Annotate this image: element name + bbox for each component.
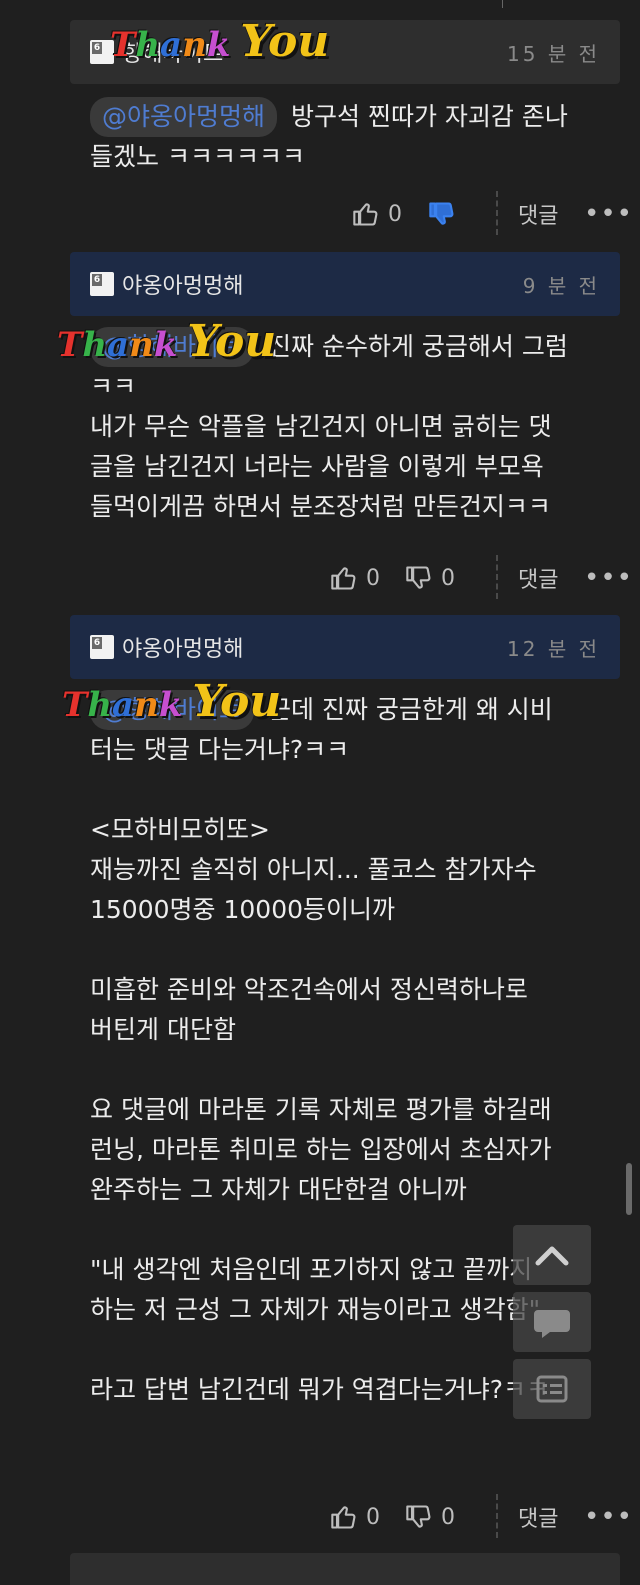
divider — [496, 191, 498, 235]
next-comment-header — [70, 1553, 620, 1585]
reply-button[interactable]: 댓글 — [518, 198, 558, 230]
level-badge-icon: 6 — [90, 635, 114, 659]
reply-button[interactable]: 댓글 — [518, 562, 558, 594]
like-button[interactable]: 0 — [330, 1492, 380, 1542]
thumbs-down-icon — [429, 202, 454, 225]
chat-bubble-icon — [534, 1310, 570, 1338]
thumbs-down-icon — [406, 566, 431, 589]
like-button[interactable]: 0 — [352, 189, 402, 239]
comment-time: 15 분 전 — [507, 41, 600, 66]
comment-actions: 0 0 댓글 ••• — [0, 1492, 640, 1542]
comment-time: 12 분 전 — [507, 636, 600, 661]
list-button[interactable] — [513, 1359, 591, 1419]
level-badge-icon: 6 — [90, 40, 114, 64]
dislike-button[interactable] — [428, 189, 464, 239]
dislike-button[interactable]: 0 — [405, 1492, 455, 1542]
mention-tag[interactable]: @야옹아멍멍해 — [90, 97, 278, 137]
mention-tag[interactable]: @항해바이트 — [90, 690, 255, 730]
more-options-icon[interactable]: ••• — [584, 563, 633, 593]
thumbs-up-icon — [331, 1506, 356, 1529]
dislike-count: 0 — [441, 565, 455, 591]
dislike-count: 0 — [441, 1504, 455, 1530]
scrollbar[interactable] — [626, 1163, 632, 1215]
comment-author[interactable]: 항해바이트 — [122, 36, 507, 68]
comment-header: 6 항해바이트 15 분 전 — [70, 20, 620, 84]
chevron-up-icon — [535, 1246, 569, 1266]
comment-actions: 0 0 댓글 ••• — [0, 553, 640, 603]
list-icon — [536, 1375, 568, 1403]
comment-author[interactable]: 야옹아멍멍해 — [122, 631, 507, 663]
thumbs-up-icon — [353, 203, 378, 226]
level-badge-icon: 6 — [90, 272, 114, 296]
comment-header: 6 야옹아멍멍해 9 분 전 — [70, 252, 620, 316]
comment-author[interactable]: 야옹아멍멍해 — [122, 268, 523, 300]
more-options-icon[interactable]: ••• — [584, 1502, 633, 1532]
dislike-button[interactable]: 0 — [405, 553, 455, 603]
like-count: 0 — [388, 201, 402, 227]
comment-actions: 0 댓글 ••• — [0, 189, 640, 239]
scroll-top-button[interactable] — [513, 1225, 591, 1285]
divider — [496, 555, 498, 599]
mention-tag[interactable]: @항해바이트 — [90, 327, 255, 367]
like-count: 0 — [366, 565, 380, 591]
thumbs-up-icon — [331, 567, 356, 590]
comment-header: 6 야옹아멍멍해 12 분 전 — [70, 615, 620, 679]
divider — [502, 0, 503, 8]
comment-time: 9 분 전 — [522, 273, 600, 298]
comment-body: @야옹아멍멍해 방구석 찐따가 자괴감 존나 들겠노 ㅋㅋㅋㅋㅋㅋ — [90, 97, 620, 177]
comment-button[interactable] — [513, 1292, 591, 1352]
more-options-icon[interactable]: ••• — [584, 199, 633, 229]
like-button[interactable]: 0 — [330, 553, 380, 603]
divider — [496, 1494, 498, 1538]
like-count: 0 — [366, 1504, 380, 1530]
reply-button[interactable]: 댓글 — [518, 1501, 558, 1533]
comment-body: @항해바이트 진짜 순수하게 궁금해서 그럼 ㅋㅋ 내가 무슨 악플을 남긴건지 … — [90, 327, 620, 527]
thumbs-down-icon — [406, 1505, 431, 1528]
